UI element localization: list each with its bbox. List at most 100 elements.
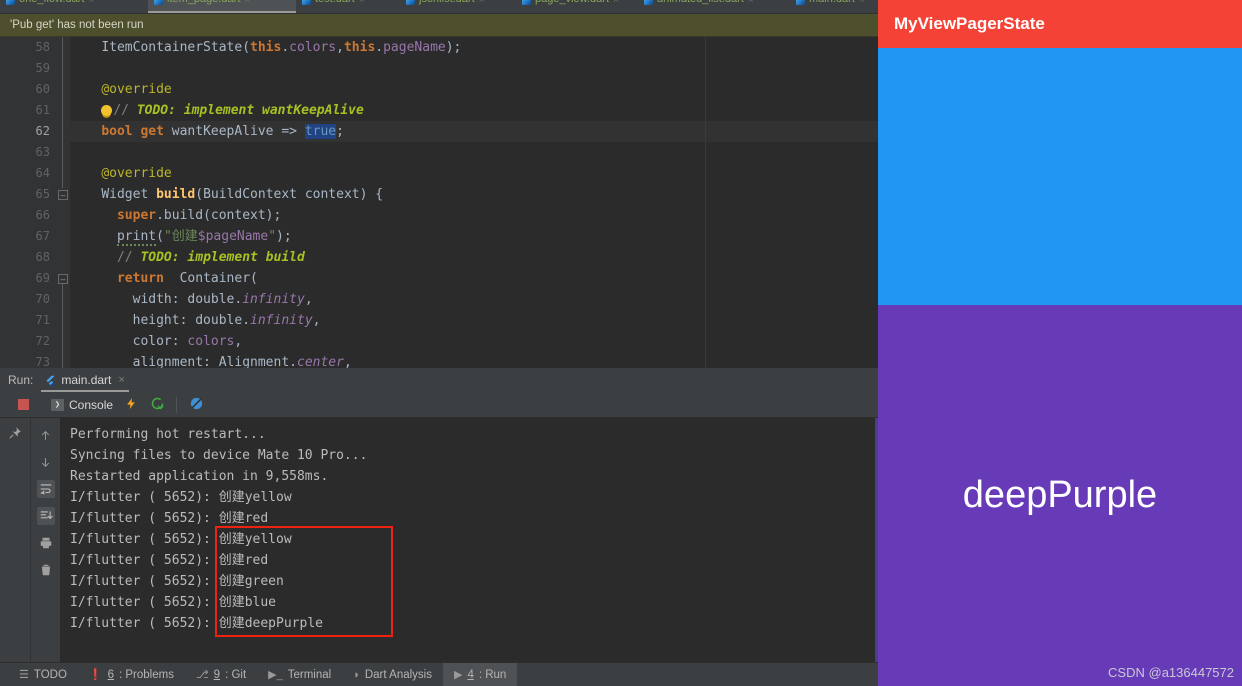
status-bar-item-git[interactable]: ⎇ 9: Git [185, 663, 257, 686]
pub-get-banner[interactable]: 'Pub get' has not been run [0, 14, 878, 37]
dart-file-icon [6, 0, 15, 5]
scroll-to-end-icon[interactable] [36, 507, 55, 525]
editor-tab-label: page_view.dart [535, 0, 609, 5]
code-line[interactable]: @override [70, 79, 878, 100]
terminal-icon: ▶_ [268, 669, 283, 681]
run-console-gutter[interactable] [30, 418, 60, 662]
stop-button[interactable] [0, 399, 46, 410]
toolbar-divider [176, 396, 178, 413]
right-margin-guide [705, 37, 706, 368]
status-bar-item-problems[interactable]: ❗ 6: Problems [78, 663, 185, 686]
status-bar-item-todo[interactable]: ☰ TODO [8, 663, 78, 686]
status-bar-item-run[interactable]: ▶ 4: Run [442, 662, 518, 686]
line-number: 64 [35, 166, 50, 180]
console-line: I/flutter ( 5652): 创建yellow [70, 532, 292, 547]
run-left-bar [0, 418, 30, 662]
close-icon[interactable]: × [88, 0, 94, 6]
status-bar-item-dartanalysis[interactable]: ◗ Dart Analysis [342, 663, 443, 686]
editor-tab-item_page-dart[interactable]: item_page.dart × [148, 0, 296, 13]
console-line: Performing hot restart... [70, 427, 266, 442]
fold-toggle-icon[interactable]: – [58, 190, 68, 200]
code-line[interactable]: color: colors, [70, 331, 878, 352]
close-icon[interactable]: × [613, 0, 619, 6]
editor-tab-strip[interactable]: one_flow.dart×item_page.dart×test.dart×j… [0, 0, 878, 14]
fold-region-bar [62, 284, 63, 368]
line-number: 61 [35, 103, 50, 117]
page-label: deepPurple [962, 474, 1158, 516]
dart-file-icon [154, 0, 163, 5]
code-editor[interactable]: 5859606162↑636465↑6667686970717273 –– It… [0, 37, 878, 368]
console-tab-button[interactable]: ❯ Console [46, 398, 118, 412]
run-label: Run: [8, 373, 34, 387]
editor-code-area[interactable]: ItemContainerState(this.colors,this.page… [70, 37, 878, 368]
code-line[interactable]: print("创建$pageName"); [70, 226, 878, 247]
run-window-header: Run: main.dart × [0, 368, 878, 392]
print-icon[interactable] [37, 534, 55, 552]
hot-reload-icon[interactable] [118, 396, 144, 414]
code-line[interactable] [70, 142, 878, 163]
list-icon: ☰ [19, 669, 29, 681]
line-number: 70 [35, 292, 50, 306]
app-bar-title: MyViewPagerState [894, 14, 1045, 33]
console-line: Syncing files to device Mate 10 Pro... [70, 448, 368, 463]
line-number: 67 [35, 229, 50, 243]
close-icon[interactable]: × [244, 0, 250, 6]
arrow-down-icon[interactable] [37, 453, 55, 471]
editor-fold-gutter[interactable]: – – [56, 37, 70, 368]
dart-file-icon [302, 0, 311, 5]
run-tab-main-dart[interactable]: main.dart × [39, 368, 130, 392]
editor-tab-test-dart[interactable]: test.dart × [296, 0, 400, 13]
page-deep-purple[interactable]: deepPurple CSDN @a136447572 [878, 305, 1242, 686]
status-bar-item-shortcut: 9 [213, 668, 221, 681]
line-number: 73 [35, 355, 50, 368]
code-line[interactable]: // TODO: implement wantKeepAlive [70, 100, 878, 121]
soft-wrap-icon[interactable] [36, 480, 55, 498]
code-line[interactable]: height: double.infinity, [70, 310, 878, 331]
status-bar[interactable]: ☰ TODO ❗ 6: Problems ⎇ 9: Git ▶_ Terminal ◗ Dart … [0, 662, 878, 686]
console-line: I/flutter ( 5652): 创建red [70, 511, 269, 526]
editor-tab-page_view-dart[interactable]: page_view.dart × [516, 0, 638, 13]
editor-tab-jsonlist-dart[interactable]: jsonlist.dart × [400, 0, 516, 13]
editor-tab-main-dart[interactable]: main.dart × [790, 0, 878, 13]
error-icon: ❗ [88, 669, 103, 681]
line-number: 65↑ [0, 184, 84, 205]
dart-icon: ◗ [353, 668, 360, 681]
code-line[interactable]: Widget build(BuildContext context) { [70, 184, 878, 205]
run-toolbar[interactable]: ❯ Console [0, 392, 878, 418]
code-line[interactable]: width: double.infinity, [70, 289, 878, 310]
code-line[interactable]: return Container( [70, 268, 878, 289]
editor-tab-label: jsonlist.dart [419, 0, 475, 5]
pin-icon[interactable] [6, 424, 24, 442]
code-line[interactable]: @override [70, 163, 878, 184]
close-icon[interactable]: × [359, 0, 365, 6]
close-icon[interactable]: × [748, 0, 754, 6]
editor-tab-label: test.dart [315, 0, 355, 5]
flutter-inspector-icon[interactable] [183, 396, 209, 414]
code-line[interactable]: alignment: Alignment.center, [70, 352, 878, 368]
page-blue[interactable] [878, 48, 1242, 305]
console-output[interactable]: Performing hot restart... Syncing files t… [60, 418, 878, 662]
editor-tab-animated_list-dart[interactable]: animated_list.dart × [638, 0, 790, 13]
close-icon[interactable]: × [118, 374, 124, 386]
trash-icon[interactable] [37, 561, 55, 579]
status-bar-item-label: TODO [33, 668, 67, 681]
flutter-icon [45, 375, 56, 386]
run-icon: ▶ [453, 669, 463, 681]
status-bar-item-terminal[interactable]: ▶_ Terminal [257, 663, 342, 686]
status-bar-item-label: : Git [225, 668, 247, 681]
editor-tab-label: animated_list.dart [657, 0, 744, 5]
arrow-up-icon[interactable] [37, 426, 55, 444]
run-tab-label: main.dart [61, 373, 112, 387]
fold-toggle-icon[interactable]: – [58, 274, 68, 284]
code-line[interactable]: bool get wantKeepAlive => true; [70, 121, 878, 142]
console-line: I/flutter ( 5652): 创建red [70, 553, 269, 568]
code-line[interactable]: // TODO: implement build [70, 247, 878, 268]
code-line[interactable]: super.build(context); [70, 205, 878, 226]
code-line[interactable]: ItemContainerState(this.colors,this.page… [70, 37, 878, 58]
close-icon[interactable]: × [479, 0, 485, 6]
close-icon[interactable]: × [859, 0, 865, 6]
code-line[interactable] [70, 58, 878, 79]
editor-tab-one_flow-dart[interactable]: one_flow.dart × [0, 0, 148, 13]
hot-restart-icon[interactable] [144, 396, 170, 414]
editor-line-number-gutter[interactable]: 58 59 60 61 62↑ 63 64 65↑ 66 67 68 69 70 71 72 73 [0, 37, 84, 368]
